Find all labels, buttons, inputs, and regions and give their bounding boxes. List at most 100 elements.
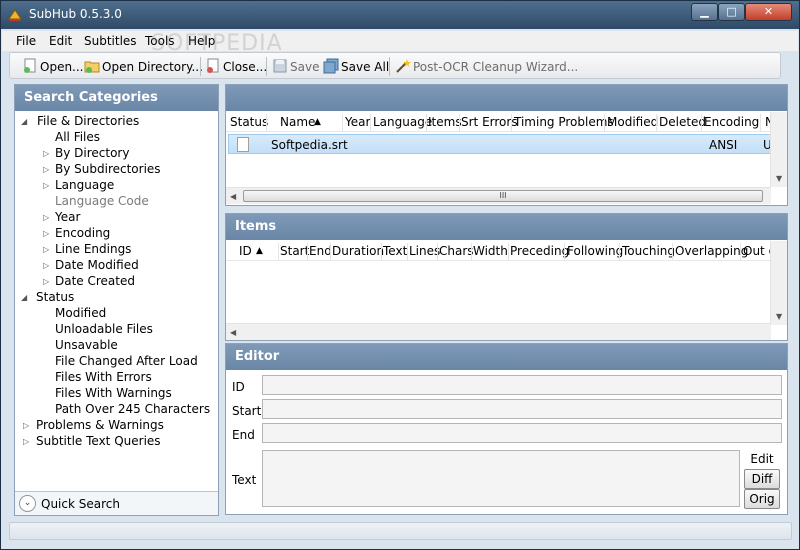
collapsed-arrow-icon[interactable]: ▷: [43, 165, 49, 174]
tree-item-files-with-errors[interactable]: Files With Errors: [55, 370, 152, 386]
column-separator[interactable]: [471, 243, 472, 260]
scroll-down-icon[interactable]: ▼: [776, 312, 782, 321]
expanded-arrow-icon[interactable]: ◢: [21, 293, 27, 302]
column-encoding[interactable]: Encoding: [704, 115, 759, 129]
title-bar[interactable]: SubHub 0.5.3.0 ▁ □ ✕: [1, 1, 799, 29]
quick-search-bar[interactable]: ⌄ Quick Search: [15, 491, 218, 515]
column-id[interactable]: ID: [239, 244, 252, 258]
column-separator[interactable]: [511, 114, 512, 131]
column-separator[interactable]: [619, 243, 620, 260]
maximize-button[interactable]: □: [718, 3, 745, 21]
collapsed-arrow-icon[interactable]: ▷: [43, 261, 49, 270]
menu-file[interactable]: File: [16, 34, 36, 48]
menu-edit[interactable]: Edit: [49, 34, 72, 48]
column-end[interactable]: End: [309, 244, 332, 258]
start-field[interactable]: [262, 399, 782, 419]
column-timing-problems[interactable]: Timing Problems: [514, 115, 614, 129]
column-separator[interactable]: [656, 114, 657, 131]
column-lines[interactable]: Lines: [409, 244, 440, 258]
scroll-left-icon[interactable]: ◀: [230, 192, 236, 201]
tree-item-language-code[interactable]: Language Code: [55, 194, 149, 210]
column-separator[interactable]: [342, 114, 343, 131]
column-separator[interactable]: [407, 243, 408, 260]
items-horizontal-scrollbar[interactable]: ◀: [226, 323, 771, 340]
files-vertical-scrollbar[interactable]: ▼: [770, 112, 787, 187]
edit-button[interactable]: Edit: [744, 449, 780, 469]
menu-tools[interactable]: Tools: [145, 34, 175, 48]
column-separator[interactable]: [604, 114, 605, 131]
collapsed-arrow-icon[interactable]: ▷: [23, 421, 29, 430]
column-separator[interactable]: [437, 243, 438, 260]
collapsed-arrow-icon[interactable]: ▷: [43, 277, 49, 286]
column-following[interactable]: Following: [567, 244, 623, 258]
column-separator[interactable]: [266, 114, 267, 131]
scroll-left-icon[interactable]: ◀: [230, 328, 236, 337]
orig-button[interactable]: Orig: [744, 489, 780, 509]
column-text[interactable]: Text: [383, 244, 407, 258]
collapsed-arrow-icon[interactable]: ▷: [23, 437, 29, 446]
column-srt-errors[interactable]: Srt Errors: [461, 115, 518, 129]
tree-item-path-over-245[interactable]: Path Over 245 Characters: [55, 402, 210, 418]
menu-help[interactable]: Help: [188, 34, 215, 48]
id-field[interactable]: [262, 375, 782, 395]
column-name[interactable]: Name: [280, 115, 315, 129]
column-items[interactable]: Items: [428, 115, 462, 129]
column-separator[interactable]: [381, 243, 382, 260]
column-separator[interactable]: [426, 114, 427, 131]
column-year[interactable]: Year: [345, 115, 370, 129]
column-separator[interactable]: [330, 243, 331, 260]
column-start[interactable]: Start: [280, 244, 309, 258]
column-separator[interactable]: [508, 243, 509, 260]
column-overlapping[interactable]: Overlapping: [675, 244, 748, 258]
tree-item-files-with-warnings[interactable]: Files With Warnings: [55, 386, 172, 402]
subtitle-text-area[interactable]: [262, 450, 740, 507]
items-vertical-scrollbar[interactable]: ▼: [770, 241, 787, 325]
files-horizontal-scrollbar[interactable]: ◀ III: [226, 187, 771, 204]
column-separator[interactable]: [278, 243, 279, 260]
column-chars[interactable]: Chars: [439, 244, 474, 258]
close-file-icon: [207, 58, 219, 73]
column-separator[interactable]: [701, 114, 702, 131]
column-deleted[interactable]: Deleted: [659, 115, 706, 129]
column-separator[interactable]: [307, 243, 308, 260]
collapsed-arrow-icon[interactable]: ▷: [43, 229, 49, 238]
menu-subtitles[interactable]: Subtitles: [84, 34, 137, 48]
save-all-button[interactable]: Save All: [323, 58, 389, 76]
tree-item-unsavable[interactable]: Unsavable: [55, 338, 118, 354]
collapsed-arrow-icon[interactable]: ▷: [43, 149, 49, 158]
column-touching[interactable]: Touching: [622, 244, 675, 258]
open-button[interactable]: Open...: [22, 58, 84, 76]
scroll-thumb[interactable]: III: [243, 190, 763, 202]
column-duration[interactable]: Duration: [332, 244, 384, 258]
column-separator[interactable]: [760, 114, 761, 131]
tree-item-unloadable-files[interactable]: Unloadable Files: [55, 322, 153, 338]
column-separator[interactable]: [370, 114, 371, 131]
end-field[interactable]: [262, 423, 782, 443]
close-window-button[interactable]: ✕: [745, 3, 792, 21]
column-status[interactable]: Status: [230, 115, 268, 129]
column-separator[interactable]: [564, 243, 565, 260]
column-width[interactable]: Width: [473, 244, 508, 258]
diff-button[interactable]: Diff: [744, 469, 780, 489]
save-button[interactable]: Save: [272, 58, 319, 76]
tree-item-file-changed[interactable]: File Changed After Load: [55, 354, 198, 370]
scroll-down-icon[interactable]: ▼: [776, 174, 782, 183]
column-separator[interactable]: [459, 114, 460, 131]
column-separator[interactable]: [740, 243, 741, 260]
expanded-arrow-icon[interactable]: ◢: [21, 117, 27, 126]
collapsed-arrow-icon[interactable]: ▷: [43, 213, 49, 222]
collapsed-arrow-icon[interactable]: ▷: [43, 181, 49, 190]
column-preceding[interactable]: Preceding: [510, 244, 569, 258]
column-separator[interactable]: [672, 243, 673, 260]
tree-item-modified[interactable]: Modified: [55, 306, 106, 322]
minimize-button[interactable]: ▁: [691, 3, 718, 21]
collapsed-arrow-icon[interactable]: ▷: [43, 245, 49, 254]
open-directory-button[interactable]: Open Directory...: [84, 58, 203, 76]
column-language[interactable]: Language: [373, 115, 432, 129]
close-file-button[interactable]: Close...: [205, 58, 267, 76]
chevron-down-icon[interactable]: ⌄: [19, 495, 36, 512]
tree-item-all-files[interactable]: All Files: [55, 130, 100, 146]
column-modified[interactable]: Modified: [607, 115, 658, 129]
ocr-wizard-button[interactable]: Post-OCR Cleanup Wizard...: [395, 58, 578, 76]
table-row[interactable]: Softpedia.srt ANSI U: [228, 134, 776, 154]
